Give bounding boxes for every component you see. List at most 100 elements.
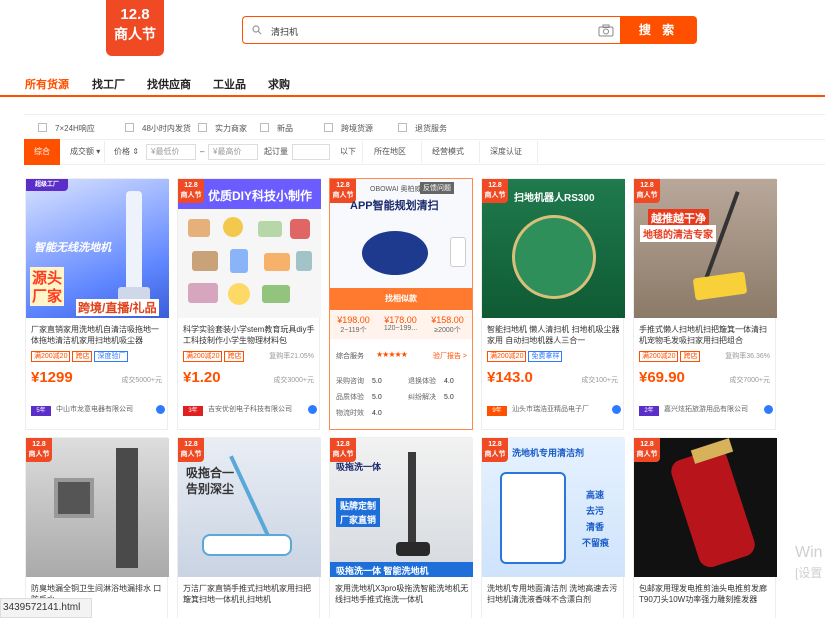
filter-return[interactable]: 退货服务 [398,123,447,133]
product-illustration [223,217,243,237]
search-input[interactable]: 清扫机 [242,16,622,44]
product-title[interactable]: 万洁厂家直销手推式扫地机家用扫把簸箕扫地一体机扎扫地机 [183,583,317,605]
ww-chat-icon[interactable] [612,405,621,414]
product-card[interactable]: 12.8 商人节 扫地机器人RS300 智能扫地机 懒人清扫机 扫地机吸尘器家用 … [481,178,625,430]
promo-badges: 满200减20 免费拿样 [487,350,564,362]
product-title[interactable]: 包邮家用理发电推剪油头电推剪发廊T90刀头10W功率强力雕刻推发器 [639,583,773,605]
checkbox-icon [38,123,47,132]
feedback-button[interactable]: 反馈问题 [420,182,454,194]
factory-report-link[interactable]: 验厂报告 > [433,351,467,361]
product-card[interactable]: 12.8 商人节 洗地机专用清洁剂 高速 去污 清香 不留痕 洗地机专用地面清洁剂… [481,437,625,618]
checkbox-icon [125,123,134,132]
product-title[interactable]: 智能扫地机 懒人清扫机 扫地机吸尘器家用 自动扫地机器人三合一 [487,324,621,346]
sort-arrow-icon: ▾ [94,147,101,156]
metric: 物流时效 4.0 [336,410,382,417]
shop-info[interactable]: 5年 中山市龙意电器有限公司 [31,404,165,416]
metric: 纠纷解决 5.0 [408,394,454,401]
filter-48h[interactable]: 48小时内发货 [125,123,191,133]
festival-tag: 12.8 商人节 [482,179,508,203]
product-image[interactable]: 12.8 商人节 吸拖合一 告别深尘 [178,438,321,577]
price-dash: – [200,147,205,156]
os-watermark: Win [设置 [795,544,823,580]
featured-product-card[interactable]: 12.8 商人节 OBOWAI 奥柏威 反馈问题 APP智能规划清扫 找相似款 ¥… [329,178,473,430]
product-title[interactable]: 家用洗地机X3pro吸拖洗智能洗地机无线扫地手推式拖洗一体机 [335,583,469,605]
sweeper-illustration [692,271,748,301]
floor-washer-illustration [396,542,430,556]
moq-input[interactable] [292,144,330,160]
product-card[interactable]: 超级工厂 智能无线洗地机 源头 厂家 跨境/直播/礼品 厂家直销家用洗地机自清洁… [25,178,169,430]
product-image[interactable]: 超级工厂 智能无线洗地机 源头 厂家 跨境/直播/礼品 [26,179,169,318]
search-button[interactable]: 搜 索 [620,16,697,44]
festival-logo[interactable]: 12.8 商人节 [106,0,164,56]
product-card[interactable]: 12.8 商人节 包邮家用理发电推剪油头电推剪发廊T90刀头10W功率强力雕刻推发… [633,437,777,618]
filter-crossborder[interactable]: 跨境货源 [324,123,373,133]
product-image[interactable]: 12.8 商人节 洗地机专用清洁剂 高速 去污 清香 不留痕 [482,438,625,577]
image-caption: 吸拖合一 [186,466,235,480]
find-similar-button[interactable]: 找相似款 [330,288,472,310]
shop-name[interactable]: 吉安优创电子科技有限公司 [208,406,292,413]
shop-info[interactable]: 2年 嘉兴炫拓旅游用品有限公司 [639,404,773,416]
filter-new[interactable]: 新品 [260,123,293,133]
shop-info[interactable]: 9年 汕头市瑞浩亚精品电子厂 [487,404,621,416]
product-illustration [264,253,290,271]
festival-tag: 12.8 商人节 [330,438,356,462]
sweeper-illustration [202,534,292,556]
ww-chat-icon[interactable] [764,405,773,414]
product-illustration [188,283,218,303]
nav-industrial[interactable]: 工业品 [213,76,246,92]
moq-below: 以下 [340,147,356,156]
ww-chat-icon[interactable] [156,405,165,414]
product-card[interactable]: 12.8 商人节 吸拖合一 告别深尘 万洁厂家直销手推式扫地机家用扫把簸箕扫地一体… [177,437,321,618]
nav-find-supplier[interactable]: 找供应商 [147,76,191,92]
filter-region[interactable]: 所在地区 [374,139,406,165]
nav-all-goods[interactable]: 所有货源 [25,76,69,92]
nav-purchase[interactable]: 求购 [268,76,290,92]
product-image[interactable]: 12.8 商人节 [634,438,777,577]
product-illustration [258,221,282,237]
shop-name[interactable]: 嘉兴炫拓旅游用品有限公司 [664,406,748,413]
product-image[interactable]: 12.8 商人节 扫地机器人RS300 [482,179,625,318]
product-card[interactable]: 12.8商人节 防臭地漏全铜卫生间淋浴地漏排水 口防反水 [25,437,169,618]
product-image[interactable]: 12.8 商人节 优质DIY科技小制作 [178,179,321,318]
product-card[interactable]: 12.8 商人节 越推越干净 地毯的清洁专家 手推式懒人扫地机扫把簸箕一体清扫机宠… [633,178,777,430]
product-title[interactable]: 科学实验套装小学stem教育玩具diy手工科技制作小学生物理材料包 [183,324,317,346]
filter-24h[interactable]: 7×24H响应 [38,123,95,133]
filter-certification[interactable]: 深度认证 [490,139,522,165]
image-caption: 不留痕 [582,538,610,548]
price-max-input[interactable]: ¥最高价 [208,144,258,160]
product-card[interactable]: 12.8 商人节 优质DIY科技小制作 科学实验套装小学stem教育玩具diy手工… [177,178,321,430]
sort-volume[interactable]: 成交额 ▾ [70,139,100,165]
product-image[interactable]: 12.8 商人节 [26,438,169,577]
search-bar: 清扫机 搜 索 [242,16,697,44]
image-caption: 贴牌定制 [336,498,381,513]
camera-search-icon[interactable] [598,24,614,37]
shop-name[interactable]: 中山市龙意电器有限公司 [56,406,133,413]
metric: 品质体验 5.0 [336,394,382,401]
product-image[interactable]: 12.8 商人节 吸拖洗一体 贴牌定制 厂家直销 吸拖洗一体 智能洗地机 [330,438,473,577]
nav-find-factory[interactable]: 找工厂 [92,76,125,92]
product-card[interactable]: 12.8 商人节 吸拖洗一体 贴牌定制 厂家直销 吸拖洗一体 智能洗地机 家用洗地… [329,437,473,618]
shop-name[interactable]: 汕头市瑞浩亚精品电子厂 [512,406,589,413]
filter-row: 7×24H响应 48小时内发货 实力商家 新品 跨境货源 退货服务 [24,114,825,140]
product-title[interactable]: 手推式懒人扫地机扫把簸箕一体清扫机宠物毛发吸扫家用扫把组合 [639,324,773,346]
sort-default[interactable]: 综合 [24,139,60,165]
product-title[interactable]: 厂家直销家用洗地机自清洁吸拖地一体拖地清洁机家用扫地机吸尘器 [31,324,165,346]
filter-business-mode[interactable]: 经营模式 [432,139,464,165]
product-image[interactable]: 12.8 商人节 OBOWAI 奥柏威 反馈问题 APP智能规划清扫 [330,179,472,288]
product-title[interactable]: 洗地机专用地面清洁剂 洗地高速去污扫地机清洗液香味不含漂白剂 [487,583,621,605]
product-illustration [262,285,290,303]
sort-arrow-icon: ⇕ [130,147,139,156]
image-caption: 扫地机器人RS300 [514,193,595,204]
top-bar: 12.8 商人节 清扫机 搜 索 [0,0,825,60]
filter-strong[interactable]: 实力商家 [198,123,247,133]
sort-bar: 综合 成交额 ▾ 价格 ⇕ ¥最低价 – ¥最高价 起订量 以下 所在地区 经营… [24,139,825,165]
shop-info[interactable]: 3年 吉安优创电子科技有限公司 [183,404,317,416]
sort-price[interactable]: 价格 ⇕ [114,139,139,165]
product-image[interactable]: 12.8 商人节 越推越干净 地毯的清洁专家 [634,179,777,318]
ww-chat-icon[interactable] [308,405,317,414]
divider [537,141,538,163]
image-caption: 洗地机专用清洁剂 [512,448,585,458]
price-min-input[interactable]: ¥最低价 [146,144,196,160]
shop-years-badge: 3年 [183,406,203,416]
shop-years-badge: 2年 [639,406,659,416]
